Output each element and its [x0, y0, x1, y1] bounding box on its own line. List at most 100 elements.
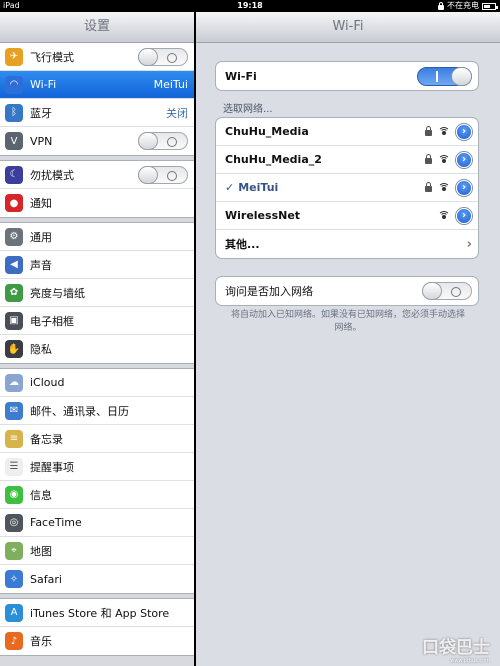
- wifi-signal-icon: [438, 154, 450, 165]
- settings-row[interactable]: ✧ Safari: [0, 565, 194, 593]
- settings-row[interactable]: ◉ 信息: [0, 481, 194, 509]
- network-name: ChuHu_Media: [225, 125, 425, 138]
- other-network-row[interactable]: 其他... ›: [216, 230, 478, 258]
- compass-icon: ✧: [5, 570, 23, 588]
- lock-icon: [425, 182, 432, 192]
- detail-disclosure-icon[interactable]: ›: [456, 179, 472, 196]
- settings-row-label: 飞行模式: [30, 50, 74, 64]
- detail-disclosure-icon[interactable]: ›: [456, 151, 472, 168]
- network-row[interactable]: ChuHu_Media ›: [216, 118, 478, 146]
- detail-disclosure-icon[interactable]: ›: [456, 123, 472, 140]
- moon-icon: ☾: [5, 165, 23, 184]
- network-name: ✓ MeiTui: [225, 181, 425, 194]
- network-name: WirelessNet: [225, 209, 438, 222]
- network-row[interactable]: WirelessNet ›: [216, 202, 478, 230]
- cloud-icon: ☁: [5, 373, 23, 392]
- settings-row[interactable]: ◠ Wi-Fi MeiTui: [0, 71, 194, 99]
- settings-row[interactable]: ☰ 提醒事项: [0, 453, 194, 481]
- wifi-signal-icon: [438, 126, 450, 137]
- chevron-right-icon: ›: [466, 236, 472, 252]
- status-bar: iPad 19:18 不在充电: [0, 0, 500, 12]
- wifi-detail-pane: Wi-Fi Wi-Fi 选取网络... ChuHu_Media › ChuHu_Me…: [196, 12, 500, 666]
- notes-icon: ≡: [5, 429, 23, 448]
- settings-row[interactable]: ◎ FaceTime: [0, 509, 194, 537]
- settings-row[interactable]: ☁ iCloud: [0, 369, 194, 397]
- settings-row[interactable]: ▣ 电子相框: [0, 307, 194, 335]
- settings-row[interactable]: V VPN: [0, 127, 194, 155]
- settings-row-label: VPN: [30, 134, 53, 148]
- choose-network-label: 选取网络...: [223, 104, 273, 115]
- settings-group: AiTunes Store 和 App Store ♪ 音乐: [0, 598, 194, 656]
- settings-row-value: MeiTui: [153, 78, 188, 91]
- hand-icon: ✋: [5, 340, 23, 358]
- settings-row-label: iCloud: [30, 376, 65, 389]
- airplane-icon: ✈: [5, 47, 23, 66]
- settings-row-label: 隐私: [30, 343, 52, 356]
- wifi-toggle-card: Wi-Fi: [215, 61, 479, 91]
- settings-master-pane: 设置 ✈ 飞行模式 ◠ Wi-Fi MeiTui ᛒ 蓝牙 关闭 V VPN ☾ 勿扰模式 ● 通知 ⚙ 通用…: [0, 12, 195, 666]
- settings-row-label: 通用: [30, 230, 52, 244]
- settings-row-label: 电子相框: [30, 314, 74, 328]
- settings-row-label: FaceTime: [30, 516, 82, 529]
- settings-row[interactable]: AiTunes Store 和 App Store: [0, 599, 194, 627]
- wifi-signal-icon: [438, 210, 450, 221]
- watermark-logo: 口袋巴士 www.ptbus.com: [422, 633, 490, 664]
- messages-icon: ◉: [5, 485, 23, 504]
- wifi-switch[interactable]: [417, 66, 472, 86]
- network-name-text: MeiTui: [238, 181, 279, 194]
- network-row[interactable]: ✓ MeiTui ›: [216, 174, 478, 202]
- map-icon: ⌖: [5, 541, 23, 560]
- network-name: ChuHu_Media_2: [225, 153, 425, 166]
- wifi-toggle-row[interactable]: Wi-Fi: [216, 62, 478, 90]
- other-network-label: 其他...: [225, 238, 260, 251]
- network-indicators: ›: [425, 151, 472, 168]
- toggle-switch[interactable]: [138, 132, 188, 150]
- facetime-icon: ◎: [5, 513, 23, 532]
- lock-icon: [438, 1, 444, 10]
- settings-row-label: 勿扰模式: [30, 168, 74, 182]
- settings-row[interactable]: ⚙ 通用: [0, 223, 194, 251]
- settings-row[interactable]: ◀ 声音: [0, 251, 194, 279]
- settings-row-label: 信息: [30, 488, 52, 502]
- network-indicators: ›: [425, 123, 472, 140]
- settings-row[interactable]: ✿ 亮度与墙纸: [0, 279, 194, 307]
- network-row[interactable]: ChuHu_Media_2 ›: [216, 146, 478, 174]
- gear-icon: ⚙: [5, 227, 23, 246]
- bluetooth-icon: ᛒ: [5, 103, 23, 122]
- settings-row[interactable]: ✉ 邮件、通讯录、日历: [0, 397, 194, 425]
- settings-row[interactable]: ⌖ 地图: [0, 537, 194, 565]
- ask-join-row[interactable]: 询问是否加入网络: [216, 277, 478, 305]
- settings-row[interactable]: ☾ 勿扰模式: [0, 161, 194, 189]
- settings-row-label: 邮件、通讯录、日历: [30, 404, 129, 418]
- settings-row[interactable]: ● 通知: [0, 189, 194, 217]
- settings-row-label: Wi-Fi: [30, 78, 57, 91]
- settings-row[interactable]: ᛒ 蓝牙 关闭: [0, 99, 194, 127]
- wifi-icon: ◠: [5, 75, 23, 94]
- network-name-text: WirelessNet: [225, 209, 301, 222]
- network-name-text: ChuHu_Media_2: [225, 153, 322, 166]
- toggle-switch[interactable]: [138, 47, 188, 66]
- ask-join-switch[interactable]: [422, 282, 472, 300]
- settings-row-label: 蓝牙: [30, 106, 52, 120]
- toggle-switch[interactable]: [138, 165, 188, 184]
- detail-disclosure-icon[interactable]: ›: [456, 207, 472, 224]
- settings-group: ✈ 飞行模式 ◠ Wi-Fi MeiTui ᛒ 蓝牙 关闭 V VPN: [0, 43, 194, 156]
- charging-status: 不在充电: [447, 1, 479, 10]
- settings-row-label: 提醒事项: [30, 460, 74, 474]
- settings-row-label: 亮度与墙纸: [30, 286, 85, 300]
- settings-row[interactable]: ≡ 备忘录: [0, 425, 194, 453]
- flower-icon: ✿: [5, 283, 23, 302]
- app-store-icon: A: [5, 603, 23, 622]
- settings-row-value: 关闭: [166, 106, 188, 120]
- wifi-toggle-label: Wi-Fi: [225, 69, 257, 83]
- settings-row[interactable]: ♪ 音乐: [0, 627, 194, 655]
- settings-row[interactable]: ✈ 飞行模式: [0, 43, 194, 71]
- battery-icon: [482, 2, 498, 10]
- picture-frame-icon: ▣: [5, 311, 23, 330]
- master-title: 设置: [0, 12, 194, 43]
- speaker-icon: ◀: [5, 255, 23, 274]
- ask-join-card: 询问是否加入网络: [215, 276, 479, 306]
- settings-row-label: 备忘录: [30, 432, 63, 446]
- settings-row[interactable]: ✋ 隐私: [0, 335, 194, 363]
- settings-group: ⚙ 通用 ◀ 声音 ✿ 亮度与墙纸 ▣ 电子相框 ✋ 隐私: [0, 222, 194, 364]
